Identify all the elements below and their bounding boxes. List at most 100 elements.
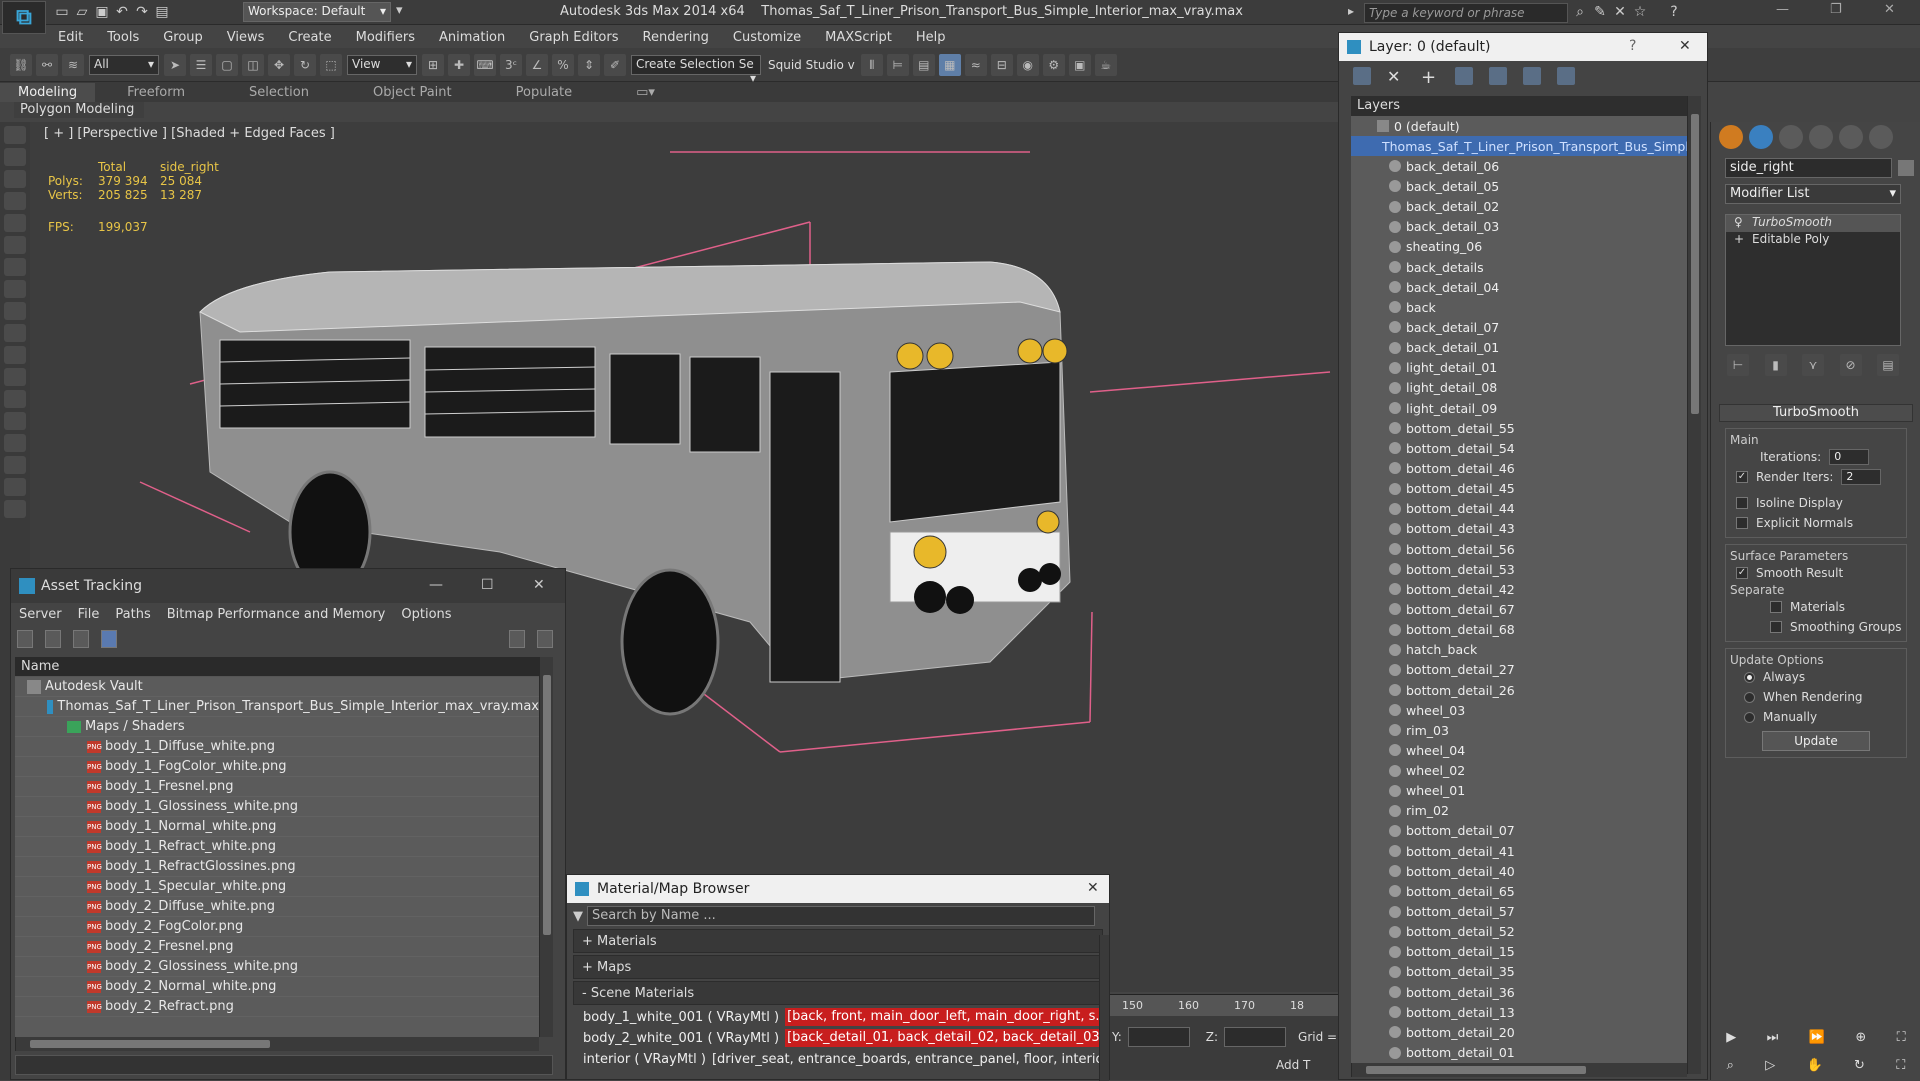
menu-edit[interactable]: Edit [46, 30, 95, 45]
select-by-name-icon[interactable]: ☰ [190, 53, 212, 76]
grid-view-icon[interactable] [101, 630, 117, 648]
play-icon[interactable]: ▶ [1726, 1030, 1736, 1045]
refresh-icon[interactable] [17, 630, 33, 648]
save-icon[interactable]: ▣ [92, 3, 112, 21]
tool-icon[interactable] [4, 324, 26, 342]
ribbon-options-icon[interactable]: ▭▾ [604, 85, 687, 100]
layer-object-row[interactable]: back_detail_04 [1351, 277, 1687, 297]
layer-object-row[interactable]: bottom_detail_44 [1351, 499, 1687, 519]
asset-row[interactable]: PNG body_1_Normal_white.png [15, 817, 539, 837]
next-frame-icon[interactable]: ⏭ [1767, 1030, 1779, 1045]
close-app-icon[interactable]: ✕ [1884, 2, 1895, 17]
maximize-viewport-icon[interactable]: ⛶ [1897, 1030, 1906, 1045]
asset-list-vscroll[interactable] [539, 657, 553, 1037]
go-to-end-icon[interactable]: ⏩ [1809, 1030, 1825, 1045]
mirror-icon[interactable]: ⫴ [860, 53, 883, 76]
material-editor-icon[interactable]: ◉ [1016, 53, 1039, 76]
layer-object-row[interactable]: light_detail_08 [1351, 378, 1687, 398]
asset-row[interactable]: PNG body_1_RefractGlossines.png [15, 857, 539, 877]
layer-object-row[interactable]: bottom_detail_13 [1351, 1002, 1687, 1022]
zoom-extents-icon[interactable]: ⊕ [1855, 1030, 1866, 1045]
ribbon-tab-populate[interactable]: Populate [484, 85, 605, 100]
zoom-icon[interactable]: ⌕ [1727, 1058, 1734, 1073]
layer-object-row[interactable]: wheel_03 [1351, 700, 1687, 720]
communication-icon[interactable]: ✎ [1590, 3, 1610, 21]
asset-row[interactable]: PNG body_1_Fresnel.png [15, 777, 539, 797]
layer-object-row[interactable]: bottom_detail_42 [1351, 579, 1687, 599]
spinner-snap-icon[interactable]: ⇕ [578, 53, 600, 76]
ribbon-tab-object-paint[interactable]: Object Paint [341, 85, 484, 100]
layer-object-row[interactable]: hatch_back [1351, 640, 1687, 660]
layer-object-row[interactable]: wheel_01 [1351, 781, 1687, 801]
select-objects-icon[interactable] [1455, 67, 1473, 85]
layer-object-row[interactable]: wheel_02 [1351, 761, 1687, 781]
link-icon[interactable]: ⛓ [10, 53, 32, 76]
asset-row[interactable]: PNG body_2_Normal_white.png [15, 977, 539, 997]
explicit-normals-checkbox[interactable] [1736, 517, 1748, 529]
tool-icon[interactable] [4, 412, 26, 430]
modifier-list-dropdown[interactable]: Modifier List ▾ [1725, 184, 1901, 204]
stack-item-editable-poly[interactable]: + Editable Poly [1726, 232, 1900, 249]
menu-customize[interactable]: Customize [721, 30, 813, 45]
project-folder-icon[interactable]: ▤ [152, 3, 172, 21]
material-browser-titlebar[interactable]: Material/Map Browser ✕ [567, 875, 1109, 903]
tool-icon[interactable] [4, 302, 26, 320]
table-view-icon[interactable] [73, 630, 89, 648]
redo-icon[interactable]: ↷ [132, 3, 152, 21]
asset-row[interactable]: PNG body_2_Fresnel.png [15, 937, 539, 957]
move-icon[interactable]: ✥ [268, 53, 290, 76]
layer-object-row[interactable]: rim_03 [1351, 720, 1687, 740]
z-coord-field[interactable] [1224, 1027, 1287, 1047]
unlink-icon[interactable]: ⚯ [36, 53, 58, 76]
schematic-view-icon[interactable]: ⊟ [990, 53, 1013, 76]
object-name-field[interactable]: side_right [1725, 158, 1893, 178]
asset-menu-server[interactable]: Server [11, 607, 70, 622]
min-max-toggle-icon[interactable]: ⛶ [1896, 1058, 1905, 1073]
tool-icon[interactable] [4, 214, 26, 232]
layer-object-row[interactable]: light_detail_09 [1351, 398, 1687, 418]
layer-row-default[interactable]: 0 (default) [1351, 116, 1687, 136]
layer-object-row[interactable]: rim_02 [1351, 801, 1687, 821]
tool-icon[interactable] [4, 236, 26, 254]
pin-stack-icon[interactable]: ⊢ [1727, 354, 1749, 376]
hide-all-icon[interactable] [1523, 67, 1541, 85]
asset-menu-file[interactable]: File [70, 607, 108, 622]
timeline-ruler[interactable]: 150 160 170 18 [1110, 994, 1338, 1016]
asset-row[interactable]: PNG body_1_Diffuse_white.png [15, 737, 539, 757]
when-rendering-radio[interactable] [1744, 691, 1755, 703]
tool-icon[interactable] [4, 434, 26, 452]
layer-tree-vscroll[interactable] [1687, 96, 1701, 1074]
display-tab-icon[interactable] [1839, 125, 1863, 149]
y-coord-field[interactable] [1127, 1027, 1190, 1047]
help-icon[interactable]: ? [1664, 3, 1684, 21]
menu-group[interactable]: Group [151, 30, 215, 45]
layer-object-row[interactable]: back [1351, 297, 1687, 317]
asset-row[interactable]: Thomas_Saf_T_Liner_Prison_Transport_Bus_… [15, 697, 539, 717]
field-of-view-icon[interactable]: ▷ [1765, 1058, 1775, 1073]
layer-tree-hscroll[interactable] [1351, 1063, 1687, 1077]
layer-object-row[interactable]: bottom_detail_27 [1351, 660, 1687, 680]
close-icon[interactable]: ✕ [1087, 880, 1099, 896]
smoothing-groups-checkbox[interactable] [1770, 621, 1782, 633]
squid-studio-label[interactable]: Squid Studio v [768, 58, 855, 72]
layer-object-row[interactable]: wheel_04 [1351, 740, 1687, 760]
make-unique-icon[interactable]: ⋎ [1802, 354, 1824, 376]
hierarchy-tab-icon[interactable] [1779, 125, 1803, 149]
layer-object-row[interactable]: bottom_detail_07 [1351, 821, 1687, 841]
toggle-ribbon-icon[interactable]: ▦ [938, 53, 961, 76]
tool-icon[interactable] [4, 346, 26, 364]
layer-object-row[interactable]: bottom_detail_35 [1351, 962, 1687, 982]
motion-tab-icon[interactable] [1809, 125, 1833, 149]
layer-object-row[interactable]: back_detail_07 [1351, 317, 1687, 337]
ribbon-tab-selection[interactable]: Selection [217, 85, 341, 100]
orbit-icon[interactable]: ↻ [1854, 1058, 1865, 1073]
layer-object-row[interactable]: light_detail_01 [1351, 358, 1687, 378]
named-selection-set-dropdown[interactable]: Create Selection Se ▾ [631, 54, 761, 85]
asset-row[interactable]: PNG body_1_Glossiness_white.png [15, 797, 539, 817]
render-iters-checkbox[interactable]: ✓ [1736, 471, 1748, 483]
menu-graph-editors[interactable]: Graph Editors [517, 30, 630, 45]
asset-list-hscroll[interactable] [15, 1037, 539, 1051]
add-time-tag-button[interactable]: Add T [1276, 1058, 1310, 1072]
utilities-tab-icon[interactable] [1869, 125, 1893, 149]
layer-object-row[interactable]: bottom_detail_57 [1351, 901, 1687, 921]
